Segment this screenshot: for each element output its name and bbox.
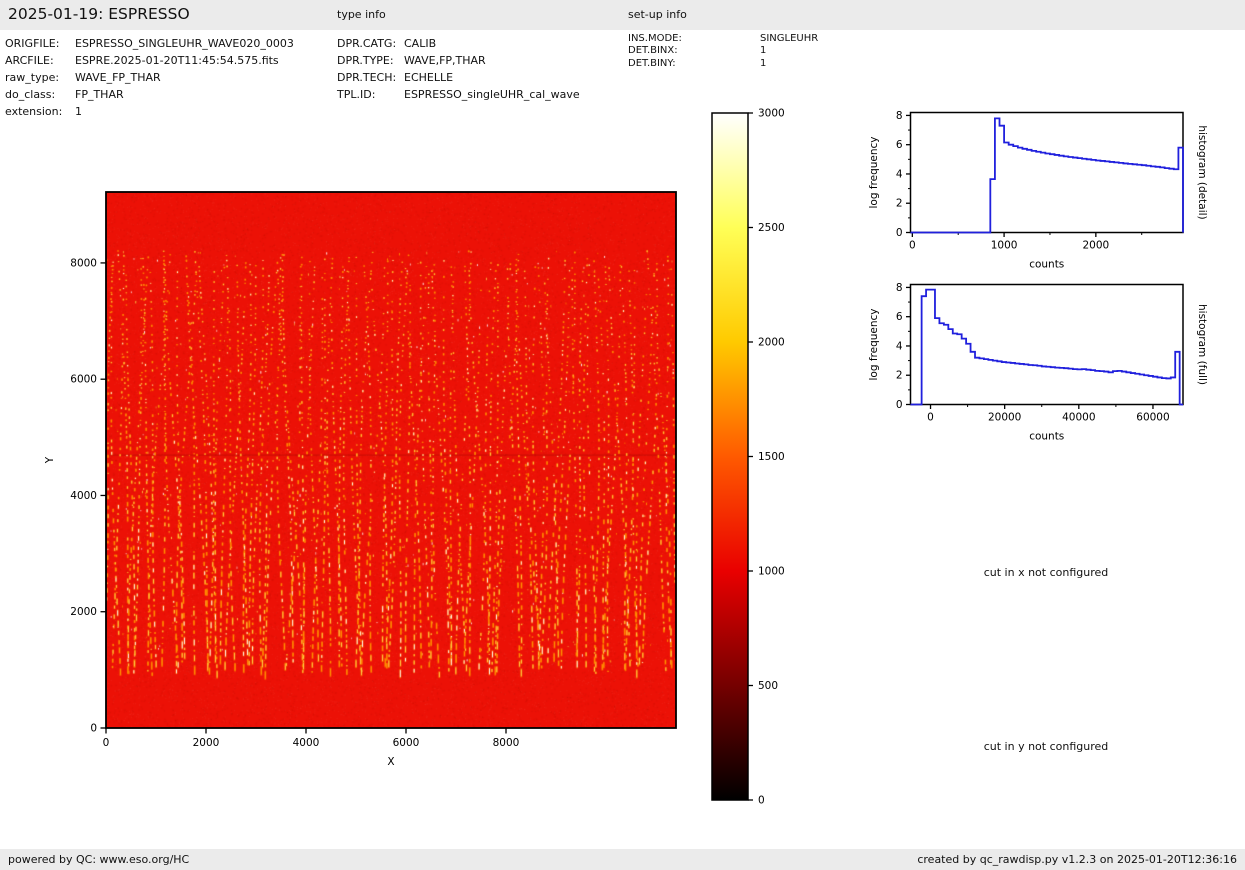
svg-text:Y: Y xyxy=(44,456,56,464)
file-info-row: ARCFILE:ESPRE.2025-01-20T11:45:54.575.fi… xyxy=(5,52,294,69)
file-info-row: extension:1 xyxy=(5,103,294,120)
svg-text:8000: 8000 xyxy=(493,737,520,749)
arcfile-value: ESPRE.2025-01-20T11:45:54.575.fits xyxy=(75,54,279,67)
arcfile-label: ARCFILE: xyxy=(5,52,75,69)
svg-text:2000: 2000 xyxy=(193,737,220,749)
det-binx-label: DET.BINX: xyxy=(628,45,760,57)
svg-text:6000: 6000 xyxy=(393,737,420,749)
extension-value: 1 xyxy=(75,105,82,118)
det-biny-value: 1 xyxy=(760,58,766,69)
tpl-id-label: TPL.ID: xyxy=(337,86,404,103)
svg-text:3000: 3000 xyxy=(758,108,785,120)
type-info-row: DPR.CATG:CALIB xyxy=(337,35,580,52)
file-info-row: ORIGFILE:ESPRESSO_SINGLEUHR_WAVE020_0003 xyxy=(5,35,294,52)
svg-text:counts: counts xyxy=(1029,259,1064,271)
ins-mode-label: INS.MODE: xyxy=(628,33,760,45)
svg-text:log frequency: log frequency xyxy=(868,136,880,208)
file-info-row: raw_type:WAVE_FP_THAR xyxy=(5,69,294,86)
extension-label: extension: xyxy=(5,103,75,120)
svg-text:2000: 2000 xyxy=(70,606,97,618)
svg-text:8000: 8000 xyxy=(70,257,97,269)
dpr-type-value: WAVE,FP,THAR xyxy=(404,54,486,67)
dpr-type-label: DPR.TYPE: xyxy=(337,52,404,69)
histogram-full-panel: 0 20000 40000 60000 0 2 4 6 8 counts log frequency… xyxy=(868,282,1208,443)
svg-text:2: 2 xyxy=(896,198,903,210)
type-info-row: TPL.ID:ESPRESSO_singleUHR_cal_wave xyxy=(337,86,580,103)
svg-text:6: 6 xyxy=(896,311,903,323)
setup-info-row: DET.BINY:1 xyxy=(628,58,818,70)
svg-text:2000: 2000 xyxy=(758,337,785,349)
do-class-label: do_class: xyxy=(5,86,75,103)
svg-text:0: 0 xyxy=(103,737,110,749)
footer-powered-by: powered by QC: www.eso.org/HC xyxy=(8,849,189,870)
raw-type-label: raw_type: xyxy=(5,69,75,86)
svg-text:8: 8 xyxy=(896,282,903,294)
setup-info-row: INS.MODE:SINGLEUHR xyxy=(628,33,818,45)
type-info-block: DPR.CATG:CALIB DPR.TYPE:WAVE,FP,THAR DPR… xyxy=(337,35,580,103)
svg-text:log frequency: log frequency xyxy=(868,308,880,380)
det-biny-label: DET.BINY: xyxy=(628,58,760,70)
svg-text:4: 4 xyxy=(896,340,903,352)
page-title: 2025-01-19: ESPRESSO xyxy=(8,5,190,23)
svg-text:60000: 60000 xyxy=(1136,412,1169,424)
svg-text:X: X xyxy=(387,756,394,768)
svg-text:2000: 2000 xyxy=(1082,240,1109,252)
dpr-tech-label: DPR.TECH: xyxy=(337,69,404,86)
svg-text:2500: 2500 xyxy=(758,222,785,234)
svg-text:40000: 40000 xyxy=(1062,412,1095,424)
raw-frame-heatmap xyxy=(106,192,676,728)
colorbar xyxy=(712,113,748,800)
svg-text:0: 0 xyxy=(90,723,97,735)
dpr-tech-value: ECHELLE xyxy=(404,71,453,84)
svg-text:counts: counts xyxy=(1029,431,1064,443)
svg-text:0: 0 xyxy=(909,240,916,252)
det-binx-value: 1 xyxy=(760,45,766,56)
tpl-id-value: ESPRESSO_singleUHR_cal_wave xyxy=(404,88,580,101)
type-info-row: DPR.TECH:ECHELLE xyxy=(337,69,580,86)
setup-info-row: DET.BINX:1 xyxy=(628,45,818,57)
svg-text:4: 4 xyxy=(896,168,903,180)
cut-y-note: cut in y not configured xyxy=(936,740,1156,753)
svg-text:2: 2 xyxy=(896,370,903,382)
histogram-detail-panel: 0 1000 2000 0 2 4 6 8 counts log frequency histogr… xyxy=(868,110,1208,271)
type-info-heading: type info xyxy=(337,8,386,21)
dpr-catg-label: DPR.CATG: xyxy=(337,35,404,52)
file-info-block: ORIGFILE:ESPRESSO_SINGLEUHR_WAVE020_0003… xyxy=(5,35,294,120)
setup-info-block: INS.MODE:SINGLEUHR DET.BINX:1 DET.BINY:1 xyxy=(628,33,818,70)
svg-text:6000: 6000 xyxy=(70,374,97,386)
svg-text:1000: 1000 xyxy=(758,566,785,578)
setup-info-heading: set-up info xyxy=(628,8,687,21)
svg-text:4000: 4000 xyxy=(293,737,320,749)
svg-text:8: 8 xyxy=(896,110,903,122)
ins-mode-value: SINGLEUHR xyxy=(760,33,818,44)
origfile-value: ESPRESSO_SINGLEUHR_WAVE020_0003 xyxy=(75,37,294,50)
svg-text:histogram (detail): histogram (detail) xyxy=(1196,125,1208,219)
svg-text:1500: 1500 xyxy=(758,451,785,463)
cut-x-note: cut in x not configured xyxy=(936,566,1156,579)
svg-text:0: 0 xyxy=(927,412,934,424)
do-class-value: FP_THAR xyxy=(75,88,124,101)
svg-text:histogram (full): histogram (full) xyxy=(1196,304,1208,385)
footer-created-by: created by qc_rawdisp.py v1.2.3 on 2025-… xyxy=(917,849,1237,870)
origfile-label: ORIGFILE: xyxy=(5,35,75,52)
raw-type-value: WAVE_FP_THAR xyxy=(75,71,161,84)
footer-bar: powered by QC: www.eso.org/HC created by… xyxy=(0,849,1245,870)
file-info-row: do_class:FP_THAR xyxy=(5,86,294,103)
dpr-catg-value: CALIB xyxy=(404,37,436,50)
svg-text:0: 0 xyxy=(758,795,765,807)
type-info-row: DPR.TYPE:WAVE,FP,THAR xyxy=(337,52,580,69)
svg-text:0: 0 xyxy=(896,399,903,411)
svg-text:4000: 4000 xyxy=(70,490,97,502)
svg-text:6: 6 xyxy=(896,139,903,151)
svg-text:500: 500 xyxy=(758,680,778,692)
svg-text:20000: 20000 xyxy=(988,412,1021,424)
svg-text:0: 0 xyxy=(896,227,903,239)
svg-text:1000: 1000 xyxy=(991,240,1018,252)
